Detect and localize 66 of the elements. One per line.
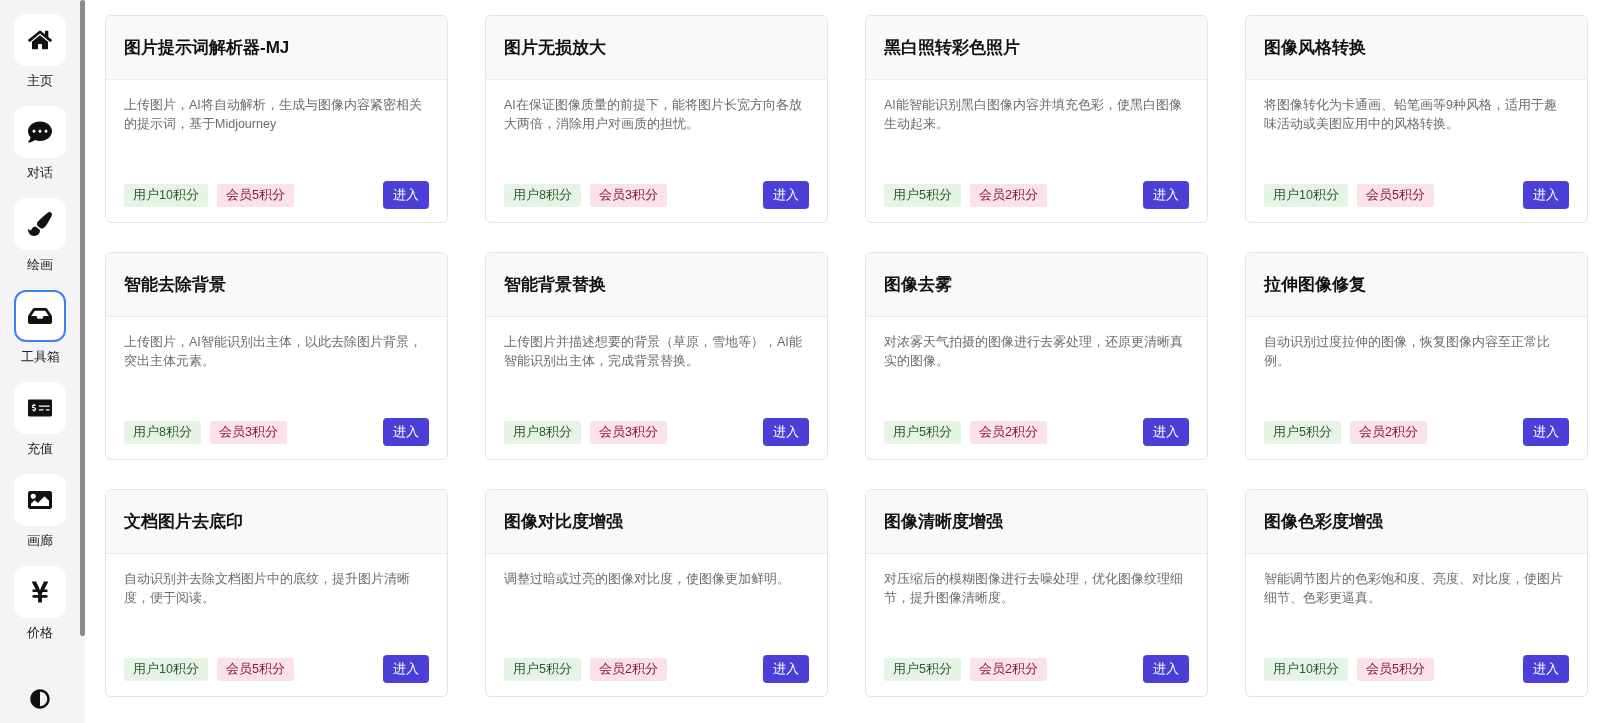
user-cost-tag: 用户5积分 [884, 183, 961, 207]
member-cost-tag: 会员3积分 [209, 420, 287, 444]
user-cost-tag: 用户5积分 [884, 657, 961, 681]
member-cost-tag: 会员2积分 [589, 657, 667, 681]
card-description: 对浓雾天气拍摄的图像进行去雾处理，还原更清晰真实的图像。 [884, 334, 1184, 370]
user-cost-tag: 用户10积分 [1264, 183, 1348, 207]
member-cost-tag: 会员2积分 [969, 183, 1047, 207]
member-cost-tag: 会员5积分 [1356, 657, 1434, 681]
scrollbar[interactable] [80, 0, 85, 636]
user-cost-tag: 用户10积分 [124, 657, 208, 681]
card-title: 图片无损放大 [504, 37, 606, 59]
card-title: 图像风格转换 [1264, 37, 1366, 59]
card-description: AI在保证图像质量的前提下，能将图片长宽方向各放大两倍，消除用户对画质的担忧。 [504, 97, 803, 133]
chat-icon [28, 120, 52, 144]
user-cost-tag: 用户10积分 [124, 183, 208, 207]
card-title: 图片提示词解析器-MJ [124, 37, 290, 59]
card-title: 智能背景替换 [504, 274, 606, 296]
enter-button[interactable]: 进入 [763, 418, 809, 446]
enter-button[interactable]: 进入 [1143, 655, 1189, 683]
user-cost-tag: 用户5积分 [884, 420, 961, 444]
enter-button[interactable]: 进入 [763, 181, 809, 209]
member-cost-tag: 会员5积分 [216, 183, 294, 207]
member-cost-tag: 会员5积分 [216, 657, 294, 681]
enter-button[interactable]: 进入 [383, 418, 429, 446]
card-description: 上传图片，AI将自动解析，生成与图像内容紧密相关的提示词，基于Midjourney [124, 97, 423, 133]
member-cost-tag: 会员2积分 [969, 657, 1047, 681]
image-icon [28, 488, 52, 512]
card-description: 上传图片，AI智能识别出主体，以此去除图片背景，突出主体元素。 [124, 334, 423, 370]
card-description: 将图像转化为卡通画、铅笔画等9种风格，适用于趣味活动或美图应用中的风格转换。 [1264, 97, 1558, 133]
user-cost-tag: 用户5积分 [504, 657, 581, 681]
card-description: 上传图片并描述想要的背景（草原，雪地等），AI能智能识别出主体，完成背景替换。 [504, 334, 803, 370]
user-cost-tag: 用户10积分 [1264, 657, 1348, 681]
card-title: 图像清晰度增强 [884, 511, 1003, 533]
member-cost-tag: 会员2积分 [1349, 420, 1427, 444]
user-cost-tag: 用户8积分 [504, 183, 581, 207]
member-cost-tag: 会员5积分 [1356, 183, 1434, 207]
enter-button[interactable]: 进入 [1523, 418, 1569, 446]
member-cost-tag: 会员2积分 [969, 420, 1047, 444]
enter-button[interactable]: 进入 [383, 655, 429, 683]
card-description: 对压缩后的模糊图像进行去噪处理，优化图像纹理细节，提升图像清晰度。 [884, 571, 1184, 607]
brush-icon [28, 212, 52, 236]
card-title: 图像去雾 [884, 274, 952, 296]
enter-button[interactable]: 进入 [1523, 655, 1569, 683]
card-description: 自动识别并去除文档图片中的底纹，提升图片清晰度，便于阅读。 [124, 571, 411, 607]
enter-button[interactable]: 进入 [763, 655, 809, 683]
card-description: 调整过暗或过亮的图像对比度，使图像更加鲜明。 [504, 571, 791, 588]
card-title: 文档图片去底印 [124, 511, 243, 533]
card-title: 智能去除背景 [124, 274, 226, 296]
member-cost-tag: 会员3积分 [589, 420, 667, 444]
user-cost-tag: 用户8积分 [504, 420, 581, 444]
card-description: 自动识别过度拉伸的图像，恢复图像内容至正常比例。 [1264, 334, 1551, 370]
home-icon [28, 28, 52, 52]
user-cost-tag: 用户5积分 [1264, 420, 1341, 444]
card-description: 智能调节图片的色彩饱和度、亮度、对比度，使图片细节、色彩更逼真。 [1264, 571, 1564, 607]
enter-button[interactable]: 进入 [1523, 181, 1569, 209]
card-title: 拉伸图像修复 [1264, 274, 1366, 296]
contrast-icon[interactable] [30, 689, 50, 709]
user-cost-tag: 用户8积分 [124, 420, 201, 444]
card-title: 黑白照转彩色照片 [884, 37, 1020, 59]
enter-button[interactable]: 进入 [383, 181, 429, 209]
card-title: 图像色彩度增强 [1264, 511, 1383, 533]
enter-button[interactable]: 进入 [1143, 418, 1189, 446]
card-title: 图像对比度增强 [504, 511, 623, 533]
card-description: AI能智能识别黑白图像内容并填充色彩，使黑白图像生动起来。 [884, 97, 1183, 133]
member-cost-tag: 会员3积分 [589, 183, 667, 207]
enter-button[interactable]: 进入 [1143, 181, 1189, 209]
